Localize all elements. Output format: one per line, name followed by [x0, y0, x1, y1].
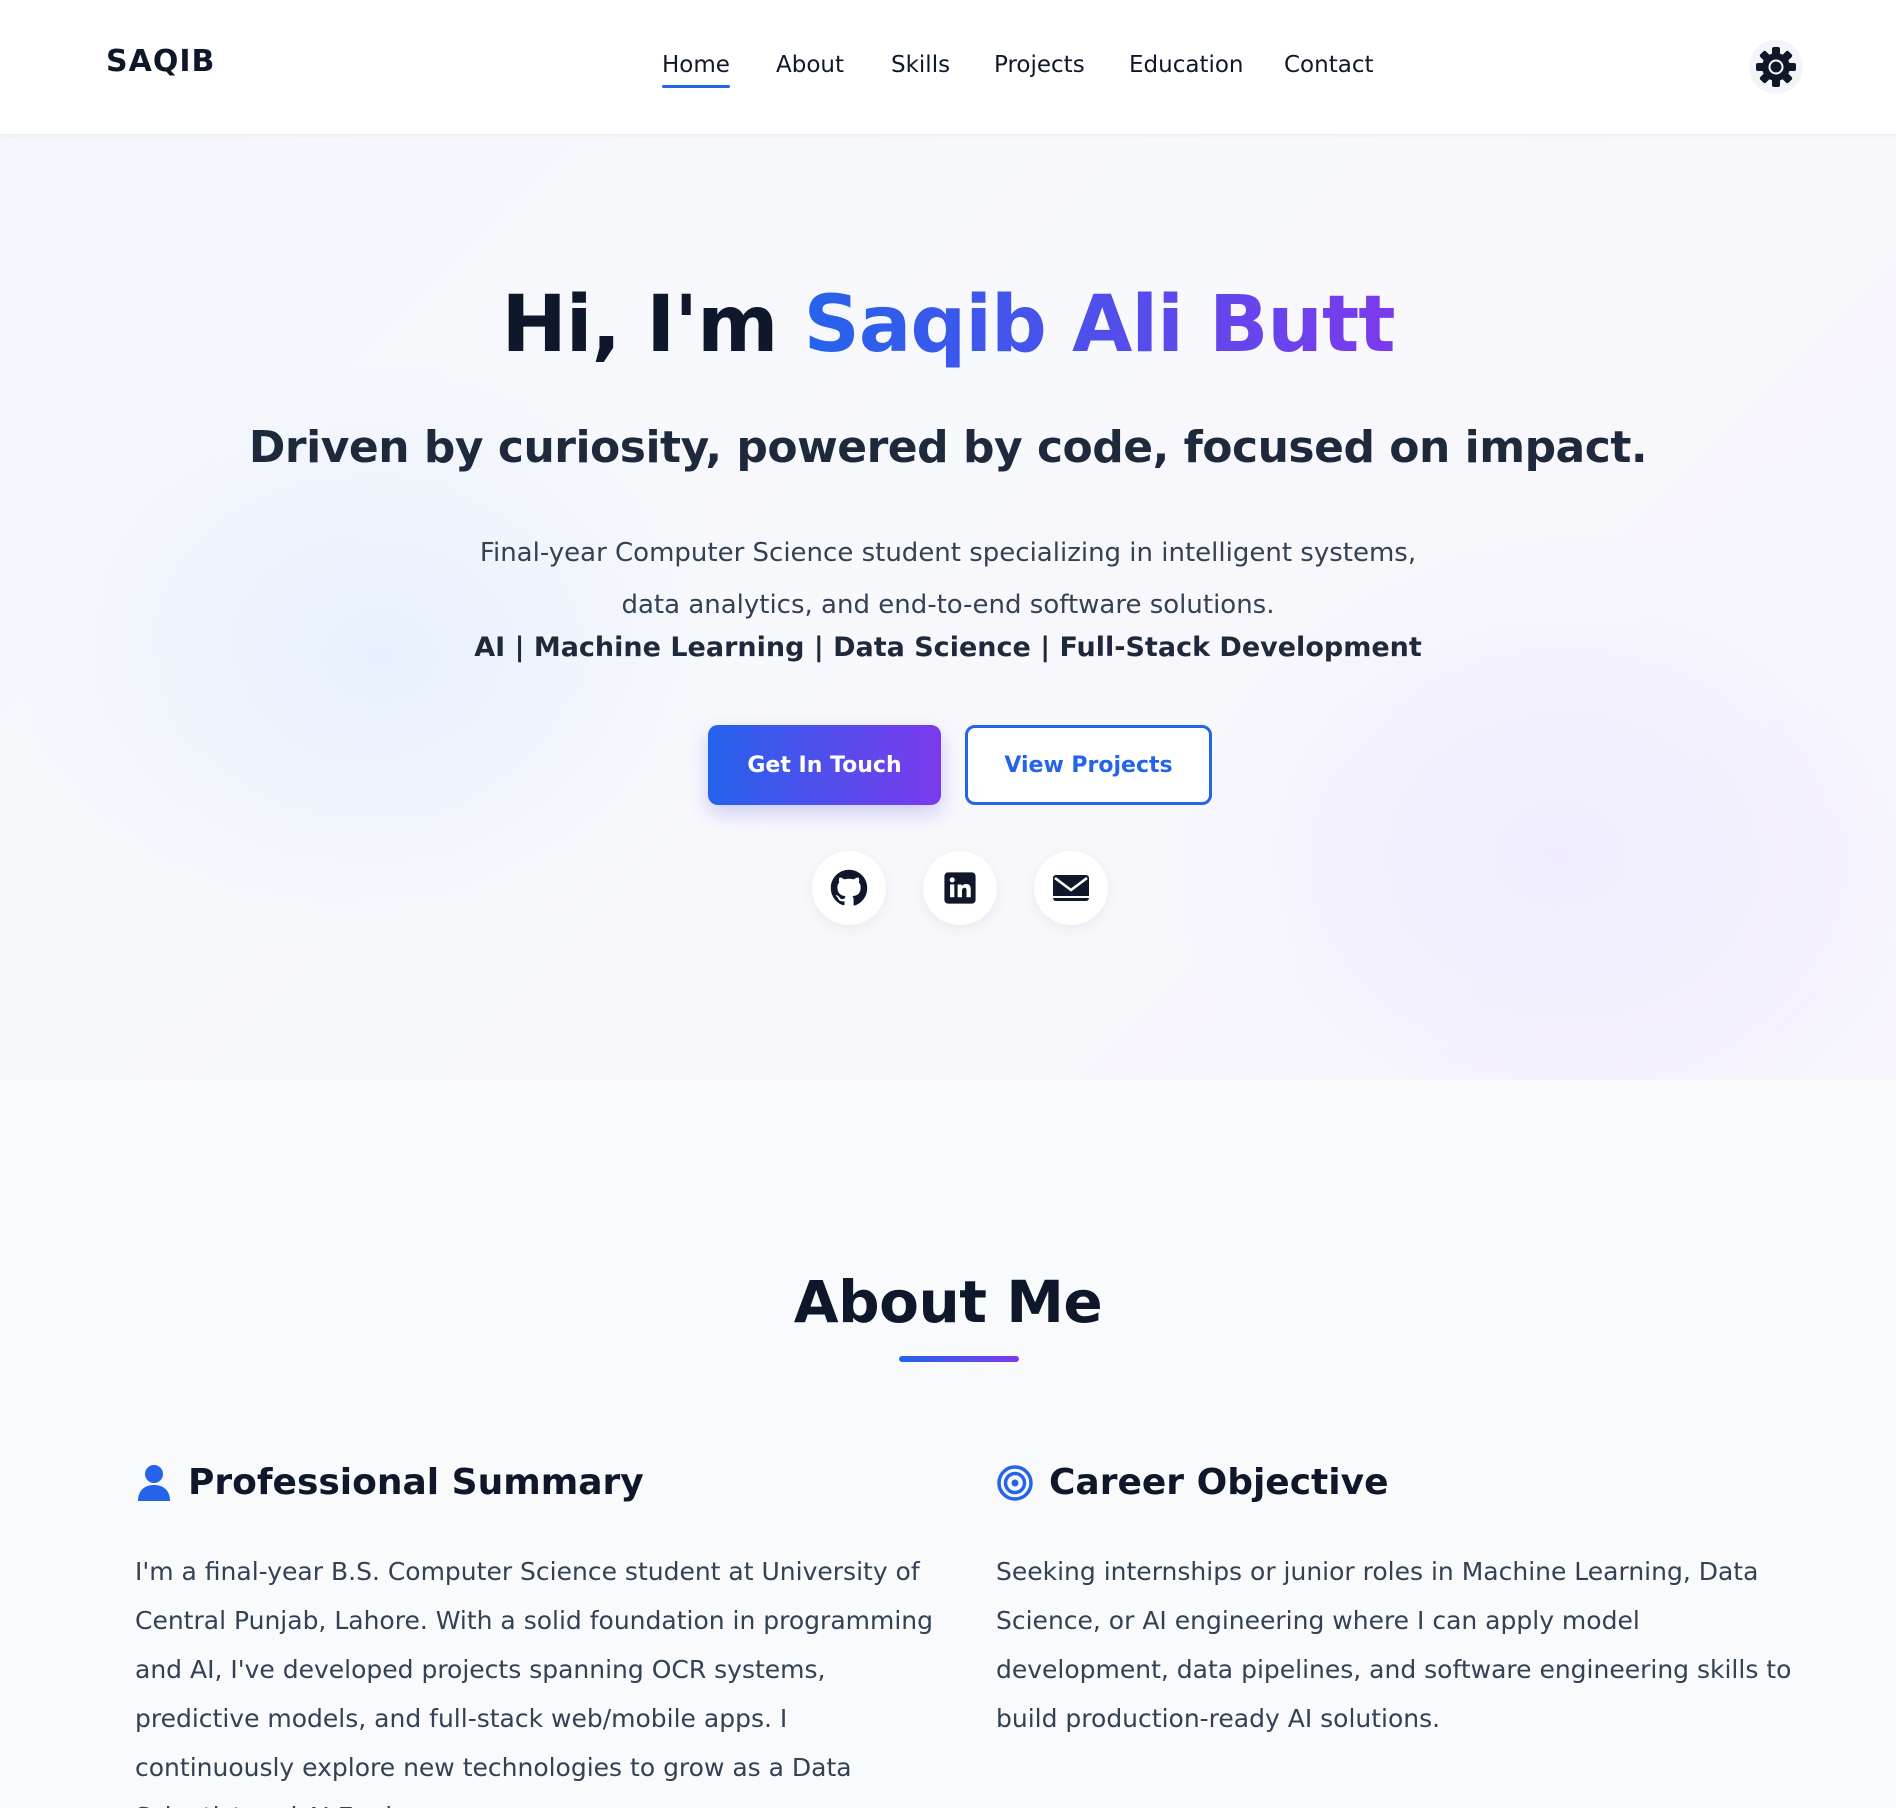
- hero-section: Hi, I'm Saqib Ali Butt Driven by curiosi…: [0, 135, 1896, 1080]
- get-in-touch-button[interactable]: Get In Touch: [708, 725, 941, 805]
- objective-heading-row: Career Objective: [995, 1462, 1389, 1503]
- linkedin-link[interactable]: [923, 851, 997, 925]
- hero-description: Final-year Computer Science student spec…: [479, 538, 1417, 620]
- nav-skills[interactable]: Skills: [891, 52, 950, 78]
- target-icon: [995, 1463, 1035, 1503]
- view-projects-button[interactable]: View Projects: [965, 725, 1212, 805]
- about-title-underline: [899, 1356, 1019, 1362]
- summary-text: I'm a final-year B.S. Computer Science s…: [135, 1557, 933, 1808]
- hero-tagline: Driven by curiosity, powered by code, fo…: [248, 422, 1648, 473]
- nav-about[interactable]: About: [776, 52, 844, 78]
- email-link[interactable]: [1034, 851, 1108, 925]
- user-icon: [134, 1463, 174, 1503]
- summary-heading-row: Professional Summary: [134, 1462, 644, 1503]
- hero-focus-areas: AI | Machine Learning | Data Science | F…: [474, 632, 1422, 663]
- nav-contact[interactable]: Contact: [1284, 52, 1373, 78]
- summary-heading: Professional Summary: [188, 1462, 644, 1503]
- linkedin-icon: [944, 872, 976, 904]
- nav-education[interactable]: Education: [1129, 52, 1244, 78]
- github-icon: [830, 869, 868, 906]
- hero-greeting: Hi, I'm: [501, 280, 804, 370]
- github-link[interactable]: [812, 851, 886, 925]
- theme-toggle-button[interactable]: [1749, 40, 1803, 94]
- navbar: SAQIB Home About Skills Projects Educati…: [0, 0, 1896, 135]
- gear-icon: [1756, 47, 1796, 87]
- nav-home[interactable]: Home: [662, 52, 730, 88]
- about-title: About Me: [793, 1268, 1103, 1336]
- objective-heading: Career Objective: [1049, 1462, 1389, 1503]
- hero-title: Hi, I'm Saqib Ali Butt: [0, 280, 1896, 370]
- nav-projects[interactable]: Projects: [994, 52, 1085, 78]
- envelope-icon: [1053, 875, 1089, 901]
- site-logo[interactable]: SAQIB: [106, 44, 215, 79]
- hero-name: Saqib Ali Butt: [803, 280, 1396, 370]
- objective-text: Seeking internships or junior roles in M…: [996, 1557, 1792, 1733]
- portfolio-page: SAQIB Home About Skills Projects Educati…: [0, 0, 1896, 1808]
- main-nav: Home About Skills Projects Education Con…: [0, 0, 1896, 135]
